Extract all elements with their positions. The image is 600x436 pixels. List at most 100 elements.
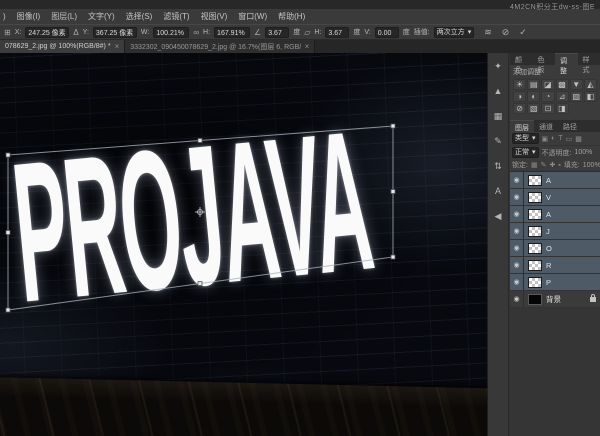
layer-name[interactable]: P xyxy=(546,278,600,287)
adjustment-icon[interactable]: ◭ xyxy=(583,79,597,90)
close-tab-icon[interactable]: × xyxy=(305,42,310,51)
visibility-eye-icon[interactable]: ◉ xyxy=(510,172,524,188)
adjustment-icon[interactable]: ▧ xyxy=(527,103,541,114)
tab-styles[interactable]: 样式 xyxy=(578,53,600,74)
visibility-eye-icon[interactable]: ◉ xyxy=(510,206,524,222)
x-position-input[interactable]: 247.25 像素 xyxy=(25,26,70,38)
visibility-eye-icon[interactable]: ◉ xyxy=(510,223,524,239)
lock-transparency-icon[interactable]: ▦ xyxy=(531,161,538,169)
layer-name[interactable]: J xyxy=(546,227,600,236)
blend-mode-select[interactable]: 正常 ▾ xyxy=(512,147,539,158)
layer-row[interactable]: ◉ O xyxy=(510,240,600,257)
adjustment-icon[interactable]: ▤ xyxy=(527,79,541,90)
layer-thumbnail[interactable] xyxy=(528,293,542,305)
layer-thumbnail[interactable] xyxy=(528,191,542,203)
layer-row[interactable]: ◉ A xyxy=(510,206,600,223)
adjustment-icon[interactable]: ◪ xyxy=(541,79,555,90)
skew-h-input[interactable]: 3.67 xyxy=(325,26,350,38)
layer-row[interactable]: ◉ J xyxy=(510,223,600,240)
layer-name[interactable]: 背景 xyxy=(546,294,590,305)
dock-panel-icon-1[interactable]: ✦ xyxy=(491,59,506,73)
adjustment-icon[interactable]: ⊿ xyxy=(555,91,569,102)
background-layer-row[interactable]: ◉ 背景 xyxy=(510,291,600,308)
menu-item-type[interactable]: 文字(Y) xyxy=(88,11,115,22)
commit-transform-button[interactable]: ✓ xyxy=(519,27,527,38)
tab-paths[interactable]: 路径 xyxy=(558,120,582,132)
filter-type-icon[interactable]: T xyxy=(558,135,562,142)
link-dimensions-icon[interactable]: ∞ xyxy=(193,28,199,37)
layer-thumbnail[interactable] xyxy=(528,174,542,186)
tab-color[interactable]: 颜色 xyxy=(510,53,533,74)
layer-row[interactable]: ◉ V xyxy=(510,189,600,206)
dock-panel-icon-2[interactable]: ▲ xyxy=(491,84,506,98)
filter-adjustment-icon[interactable]: ◐ xyxy=(551,135,555,142)
menu-item-help[interactable]: 帮助(H) xyxy=(278,11,305,22)
menu-item-layer[interactable]: 图层(L) xyxy=(51,11,77,22)
visibility-eye-icon[interactable]: ◉ xyxy=(510,240,524,256)
layer-thumbnail[interactable] xyxy=(528,242,542,254)
layer-thumbnail[interactable] xyxy=(528,276,542,288)
adjustment-icon[interactable]: ◧ xyxy=(583,91,597,102)
filter-shape-icon[interactable]: ▭ xyxy=(566,135,573,143)
adjustment-icon[interactable]: ◐ xyxy=(527,91,541,102)
rotation-input[interactable]: 3.67 xyxy=(265,26,290,38)
filter-pixel-icon[interactable]: ▣ xyxy=(542,135,549,143)
adjustment-icon[interactable]: ◑ xyxy=(513,91,527,102)
visibility-eye-icon[interactable]: ◉ xyxy=(510,291,524,307)
dock-panel-icon-4[interactable]: ✎ xyxy=(491,134,506,148)
menu-item-filter[interactable]: 滤镜(T) xyxy=(163,11,189,22)
adjustment-icon[interactable]: ▼ xyxy=(569,79,583,90)
lock-position-icon[interactable]: ✚ xyxy=(549,161,555,169)
document-canvas[interactable]: PROJAVA xyxy=(0,53,487,436)
layer-name[interactable]: A xyxy=(546,176,600,185)
dock-panel-icon-3[interactable]: ▦ xyxy=(491,109,506,123)
layer-row[interactable]: ◉ P xyxy=(510,274,600,291)
adjustment-icon[interactable]: ◨ xyxy=(555,103,569,114)
opacity-value[interactable]: 100% xyxy=(574,149,592,156)
close-tab-icon[interactable]: × xyxy=(115,42,120,51)
layer-name[interactable]: A xyxy=(546,210,600,219)
lock-all-icon[interactable]: ▪ xyxy=(558,162,560,169)
adjustment-icon[interactable]: ▨ xyxy=(569,91,583,102)
tab-channels[interactable]: 通道 xyxy=(534,120,558,132)
visibility-eye-icon[interactable]: ◉ xyxy=(510,274,524,290)
menu-item-select[interactable]: 选择(S) xyxy=(126,11,153,22)
filter-smart-object-icon[interactable]: ▩ xyxy=(575,135,582,143)
warp-mode-icon[interactable]: ≋ xyxy=(484,27,492,38)
adjustment-icon[interactable]: ▩ xyxy=(555,79,569,90)
dock-panel-icon-5[interactable]: ⇅ xyxy=(491,159,506,173)
lock-pixels-icon[interactable]: ✎ xyxy=(541,161,547,169)
layer-name[interactable]: O xyxy=(546,244,600,253)
layer-thumbnail[interactable] xyxy=(528,208,542,220)
adjustment-icon[interactable]: ☀ xyxy=(513,79,527,90)
adjustment-icon[interactable]: ⊘ xyxy=(513,103,527,114)
interpolation-select[interactable]: 两次立方 ▾ xyxy=(433,26,475,38)
adjustment-icon[interactable]: ⊡ xyxy=(541,103,555,114)
visibility-eye-icon[interactable]: ◉ xyxy=(510,257,524,273)
layer-name[interactable]: V xyxy=(546,193,600,202)
visibility-eye-icon[interactable]: ◉ xyxy=(510,189,524,205)
y-position-input[interactable]: 367.25 像素 xyxy=(92,26,137,38)
skew-v-input[interactable]: 0.00 xyxy=(374,26,399,38)
document-tab-1[interactable]: 078629_2.jpg @ 100%(RGB/8#) * × xyxy=(0,40,126,53)
cancel-transform-button[interactable]: ⊘ xyxy=(502,27,510,38)
menu-item-window[interactable]: 窗口(W) xyxy=(238,11,267,22)
layer-name[interactable]: R xyxy=(546,261,600,270)
menu-item-image[interactable]: 图像(I) xyxy=(17,11,41,22)
adjustment-icon[interactable]: ◔ xyxy=(541,91,555,102)
dock-panel-icon-6[interactable]: A xyxy=(491,184,506,198)
layer-filter-type-select[interactable]: 类型 ▾ xyxy=(512,133,539,144)
dock-panel-icon-7[interactable]: ◀ xyxy=(491,209,506,223)
reference-point-icon[interactable]: ⊞ xyxy=(4,28,11,37)
layer-row[interactable]: ◉ R xyxy=(510,257,600,274)
tab-layers[interactable]: 图层 xyxy=(510,120,534,132)
relative-position-icon[interactable]: Δ xyxy=(73,28,78,37)
menu-item-view[interactable]: 视图(V) xyxy=(201,11,228,22)
tab-adjustments[interactable]: 调整 xyxy=(555,53,578,75)
text-layer-projava[interactable]: PROJAVA xyxy=(5,89,379,344)
layer-thumbnail[interactable] xyxy=(528,259,542,271)
layer-row[interactable]: ◉ A xyxy=(510,172,600,189)
width-scale-input[interactable]: 100.21% xyxy=(153,26,190,38)
document-tab-2[interactable]: 3332302_090450078629_2.jpg @ 16.7%(图层 6,… xyxy=(125,40,316,53)
layer-thumbnail[interactable] xyxy=(528,225,542,237)
